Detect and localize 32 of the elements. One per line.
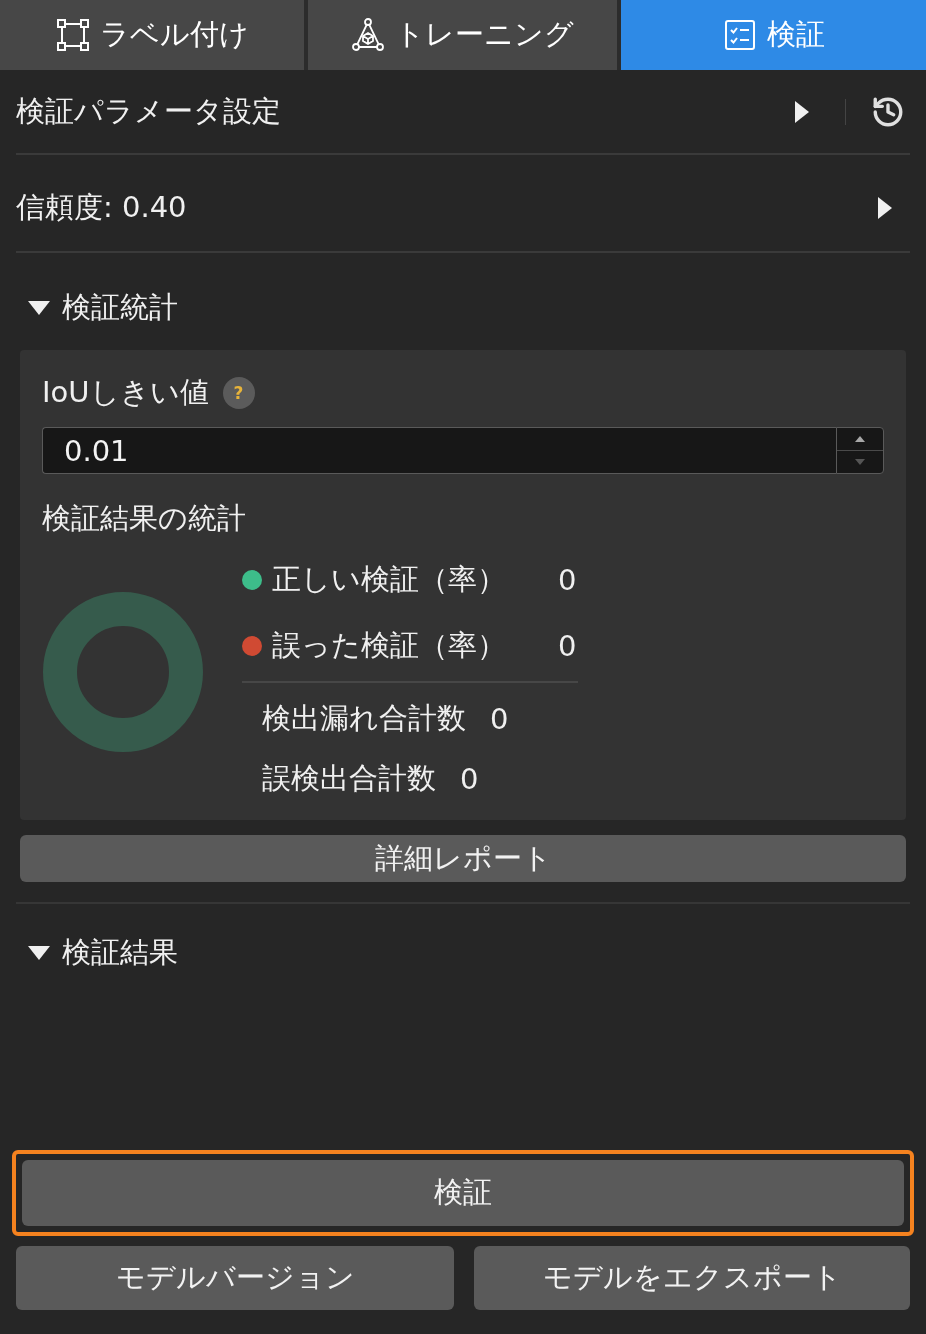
- caret-up-icon: [855, 436, 865, 442]
- legend-label: 誤った検証（率）: [272, 627, 507, 664]
- legend-label: 正しい検証（率）: [272, 561, 507, 598]
- help-icon[interactable]: ?: [222, 377, 255, 409]
- detail-report-button[interactable]: 詳細レポート: [20, 835, 906, 882]
- checklist-icon: [722, 18, 757, 52]
- tab[interactable]: 検証: [621, 0, 926, 70]
- network-triangle-icon: [351, 18, 385, 52]
- model-version-button[interactable]: モデルバージョン: [16, 1246, 454, 1310]
- total-label: 検出漏れ合計数: [262, 700, 466, 737]
- legend-value: 0: [558, 563, 578, 597]
- section-title: 検証結果: [62, 934, 178, 971]
- field-label: IoUしきい値: [42, 374, 209, 411]
- chart-title: 検証結果の統計: [42, 500, 247, 536]
- total-label: 誤検出合計数: [262, 760, 436, 797]
- caret-down-icon: [855, 459, 865, 465]
- caret-down-icon[interactable]: [28, 946, 50, 960]
- section-title: 検証統計: [62, 288, 178, 326]
- tab[interactable]: トレーニング: [308, 0, 617, 70]
- export-model-button[interactable]: モデルをエクスポート: [474, 1246, 910, 1310]
- caret-right-icon[interactable]: [878, 197, 892, 219]
- tab[interactable]: ラベル付け: [0, 0, 304, 70]
- caret-down-icon[interactable]: [28, 300, 50, 315]
- confidence-label: 信頼度: 0.40: [16, 189, 187, 226]
- validate-button[interactable]: 検証: [22, 1160, 904, 1226]
- caret-right-icon[interactable]: [795, 100, 809, 123]
- number-input-field[interactable]: 0.01: [42, 427, 836, 474]
- total-value: 0: [490, 702, 509, 736]
- settings-title: 検証パラメータ設定: [16, 92, 281, 130]
- total-value: 0: [460, 762, 479, 796]
- legend-value: 0: [558, 629, 578, 663]
- bounding-box-icon: [55, 18, 90, 52]
